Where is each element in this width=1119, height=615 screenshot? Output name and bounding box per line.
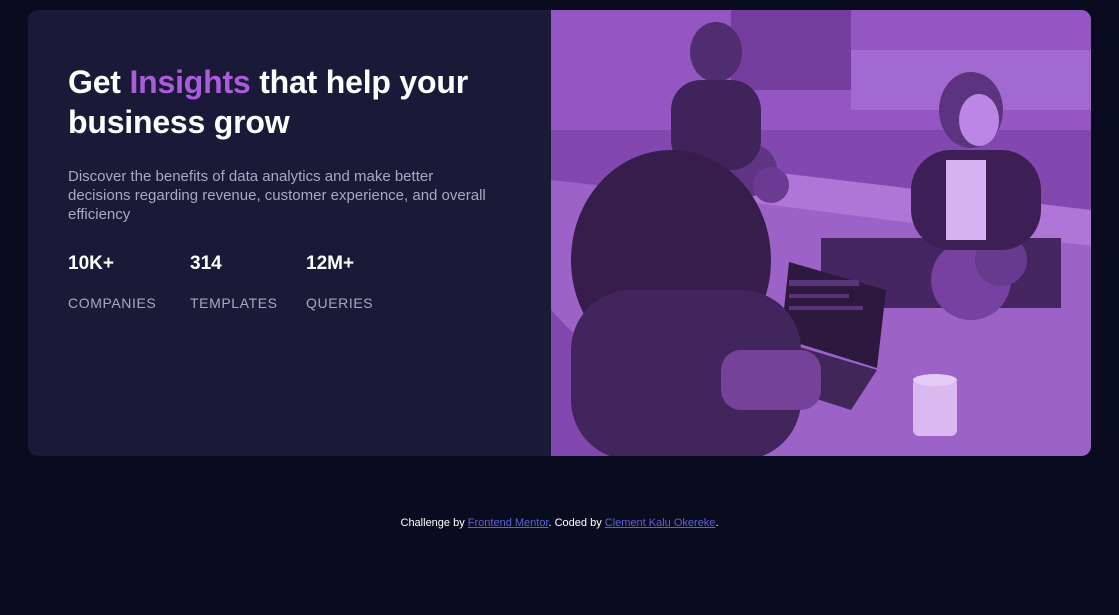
stat-queries: 12M+ QUERIES xyxy=(306,253,406,312)
office-photo-illustration xyxy=(551,10,1091,456)
stat-label: COMPANIES xyxy=(68,295,157,311)
hero-content: Get Insights that help your business gro… xyxy=(68,62,508,224)
footer-attribution: Challenge by Frontend Mentor. Coded by C… xyxy=(0,516,1119,530)
stat-label: QUERIES xyxy=(306,295,374,311)
stat-templates: 314 TEMPLATES xyxy=(190,253,306,312)
stat-value: 12M+ xyxy=(306,253,355,274)
stat-companies: 10K+ COMPANIES xyxy=(68,253,190,312)
stat-value: 10K+ xyxy=(68,253,114,274)
headline-accent: Insights xyxy=(129,64,251,100)
hero-card: Get Insights that help your business gro… xyxy=(28,10,1091,456)
hero-description: Discover the benefits of data analytics … xyxy=(68,168,486,223)
stat-value: 314 xyxy=(190,253,222,274)
footer-prefix: Challenge by xyxy=(400,517,468,529)
stat-label: TEMPLATES xyxy=(190,295,278,311)
footer-suffix: . xyxy=(715,517,719,529)
headline: Get Insights that help your business gro… xyxy=(68,62,508,142)
headline-prefix: Get xyxy=(68,64,130,100)
footer-middle: . Coded by xyxy=(548,517,605,529)
frontend-mentor-link[interactable]: Frontend Mentor xyxy=(468,517,549,529)
hero-image xyxy=(551,10,1091,456)
author-link[interactable]: Clement Kalu Okereke xyxy=(605,517,716,529)
stats-row: 10K+ COMPANIES 314 TEMPLATES 12M+ QUERIE… xyxy=(68,253,406,312)
